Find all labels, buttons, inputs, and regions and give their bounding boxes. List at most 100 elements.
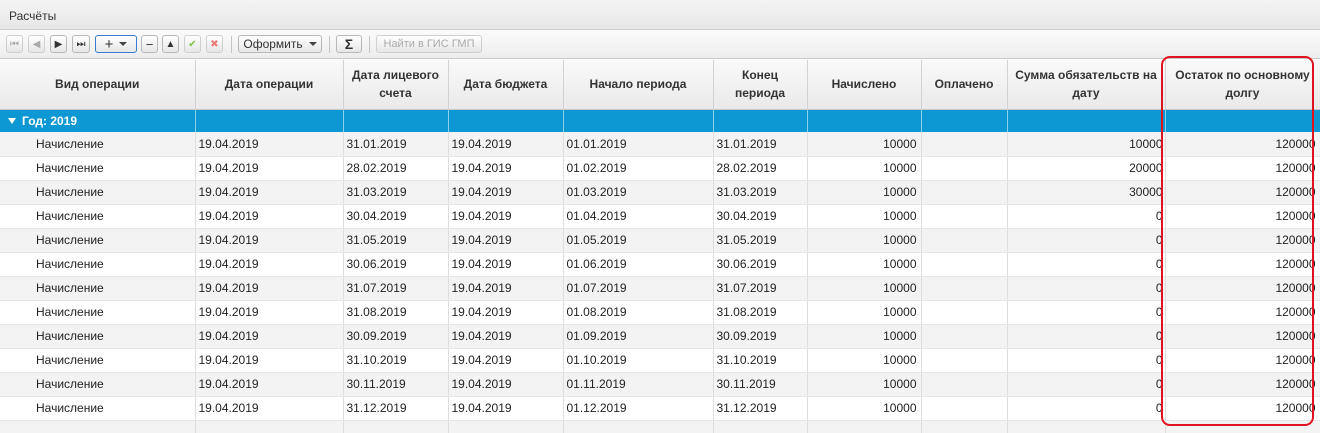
obligations-sum-cell: 30000	[1007, 180, 1166, 205]
last-page-button[interactable]: ⏭	[72, 35, 90, 53]
table-row[interactable]: Начисление 19.04.2019 30.04.2019 19.04.2019…	[0, 204, 1320, 229]
table-row[interactable]: Начисление 19.04.2019 31.12.2019 19.04.2019…	[0, 396, 1320, 421]
accrued-cell: 10000	[807, 156, 922, 181]
accrued-cell: 10000	[807, 180, 922, 205]
operation-type-cell: Начисление	[0, 180, 196, 205]
table-row[interactable]: Начисление 19.04.2019 31.07.2019 19.04.2019…	[0, 276, 1320, 301]
paid-cell	[921, 348, 1008, 373]
operation-type-cell: Начисление	[0, 252, 196, 277]
principal-balance-cell: 120000	[1165, 396, 1320, 421]
column-header-operation-date[interactable]: Дата операции	[195, 60, 344, 110]
table-row[interactable]: Начисление 19.04.2019 28.02.2019 19.04.2019…	[0, 156, 1320, 181]
operation-date-cell: 19.04.2019	[195, 132, 344, 157]
budget-date-cell: 19.04.2019	[448, 180, 564, 205]
move-up-button[interactable]: ▲	[162, 35, 179, 53]
column-header-accrued[interactable]: Начислено	[807, 60, 922, 110]
obligations-sum-cell: 0	[1007, 228, 1166, 253]
cancel-button[interactable]: ✖	[206, 35, 223, 53]
budget-date-cell: 19.04.2019	[448, 132, 564, 157]
period-end-cell: 31.05.2019	[713, 228, 808, 253]
sum-button[interactable]: Σ	[336, 35, 362, 53]
period-end-cell: 30.11.2019	[713, 372, 808, 397]
empty-row	[0, 420, 1320, 433]
add-button[interactable]: +	[95, 35, 137, 53]
toolbar-separator	[231, 36, 232, 53]
column-header-principal-balance[interactable]: Остаток по основному долгу	[1165, 60, 1320, 110]
table-row[interactable]: Начисление 19.04.2019 31.10.2019 19.04.2019…	[0, 348, 1320, 373]
operation-date-cell: 19.04.2019	[195, 180, 344, 205]
toolbar: ⏮ ◀ ▶ ⏭ + − ▲ ✔ ✖ Оформить Σ Найти в ГИС…	[0, 30, 1320, 59]
table-row[interactable]: Начисление 19.04.2019 30.09.2019 19.04.2019…	[0, 324, 1320, 349]
obligations-sum-cell: 0	[1007, 396, 1166, 421]
operation-date-cell: 19.04.2019	[195, 252, 344, 277]
table-row[interactable]: Начисление 19.04.2019 31.05.2019 19.04.2019…	[0, 228, 1320, 253]
remove-button[interactable]: −	[141, 35, 158, 53]
table-row[interactable]: Начисление 19.04.2019 31.08.2019 19.04.2019…	[0, 300, 1320, 325]
budget-date-cell: 19.04.2019	[448, 372, 564, 397]
column-header-paid[interactable]: Оплачено	[921, 60, 1008, 110]
period-start-cell: 01.03.2019	[563, 180, 714, 205]
column-header-account-date[interactable]: Дата лицевого счета	[343, 60, 449, 110]
accrued-cell: 10000	[807, 348, 922, 373]
account-date-cell: 30.06.2019	[343, 252, 449, 277]
first-page-button[interactable]: ⏮	[6, 35, 23, 53]
group-row-year[interactable]: Год: 2019	[0, 109, 1320, 132]
column-header-period-start[interactable]: Начало периода	[563, 60, 714, 110]
operation-type-cell: Начисление	[0, 132, 196, 157]
budget-date-cell: 19.04.2019	[448, 324, 564, 349]
account-date-cell: 30.11.2019	[343, 372, 449, 397]
period-start-cell: 01.09.2019	[563, 324, 714, 349]
period-start-cell: 01.06.2019	[563, 252, 714, 277]
budget-date-cell: 19.04.2019	[448, 252, 564, 277]
table-row[interactable]: Начисление 19.04.2019 31.03.2019 19.04.2019…	[0, 180, 1320, 205]
principal-balance-cell: 120000	[1165, 156, 1320, 181]
paid-cell	[921, 156, 1008, 181]
period-start-cell: 01.10.2019	[563, 348, 714, 373]
table-row[interactable]: Начисление 19.04.2019 31.01.2019 19.04.2019…	[0, 132, 1320, 157]
accrued-cell: 10000	[807, 324, 922, 349]
column-header-period-end[interactable]: Конец периода	[713, 60, 808, 110]
budget-date-cell: 19.04.2019	[448, 396, 564, 421]
period-end-cell: 31.08.2019	[713, 300, 808, 325]
column-header-budget-date[interactable]: Дата бюджета	[448, 60, 564, 110]
accrued-cell: 10000	[807, 252, 922, 277]
prev-page-button[interactable]: ◀	[28, 35, 45, 53]
table-row[interactable]: Начисление 19.04.2019 30.11.2019 19.04.2019…	[0, 372, 1320, 397]
next-page-button[interactable]: ▶	[50, 35, 67, 53]
period-end-cell: 31.01.2019	[713, 132, 808, 157]
accrued-cell: 10000	[807, 300, 922, 325]
obligations-sum-cell: 0	[1007, 372, 1166, 397]
format-dropdown-button[interactable]: Оформить	[238, 35, 322, 53]
budget-date-cell: 19.04.2019	[448, 276, 564, 301]
account-date-cell: 30.09.2019	[343, 324, 449, 349]
period-start-cell: 01.11.2019	[563, 372, 714, 397]
accrued-cell: 10000	[807, 276, 922, 301]
budget-date-cell: 19.04.2019	[448, 156, 564, 181]
period-start-cell: 01.02.2019	[563, 156, 714, 181]
column-header-obligations-sum[interactable]: Сумма обязательств на дату	[1007, 60, 1166, 110]
account-date-cell: 31.05.2019	[343, 228, 449, 253]
column-header-operation-type[interactable]: Вид операции	[0, 60, 196, 110]
obligations-sum-cell: 0	[1007, 348, 1166, 373]
principal-balance-cell: 120000	[1165, 228, 1320, 253]
account-date-cell: 31.08.2019	[343, 300, 449, 325]
find-in-gis-button[interactable]: Найти в ГИС ГМП	[376, 35, 482, 53]
confirm-button[interactable]: ✔	[184, 35, 201, 53]
chevron-down-icon	[308, 42, 317, 46]
paid-cell	[921, 252, 1008, 277]
table-row[interactable]: Начисление 19.04.2019 30.06.2019 19.04.2019…	[0, 252, 1320, 277]
obligations-sum-cell: 0	[1007, 276, 1166, 301]
toolbar-separator	[329, 36, 330, 53]
operation-type-cell: Начисление	[0, 156, 196, 181]
collapse-triangle-icon[interactable]	[8, 117, 16, 124]
table-header: Вид операции Дата операции Дата лицевого…	[0, 60, 1320, 110]
operation-date-cell: 19.04.2019	[195, 372, 344, 397]
principal-balance-cell: 120000	[1165, 180, 1320, 205]
paid-cell	[921, 276, 1008, 301]
paid-cell	[921, 300, 1008, 325]
obligations-sum-cell: 10000	[1007, 132, 1166, 157]
principal-balance-cell: 120000	[1165, 132, 1320, 157]
principal-balance-cell: 120000	[1165, 204, 1320, 229]
operation-date-cell: 19.04.2019	[195, 348, 344, 373]
operation-date-cell: 19.04.2019	[195, 156, 344, 181]
